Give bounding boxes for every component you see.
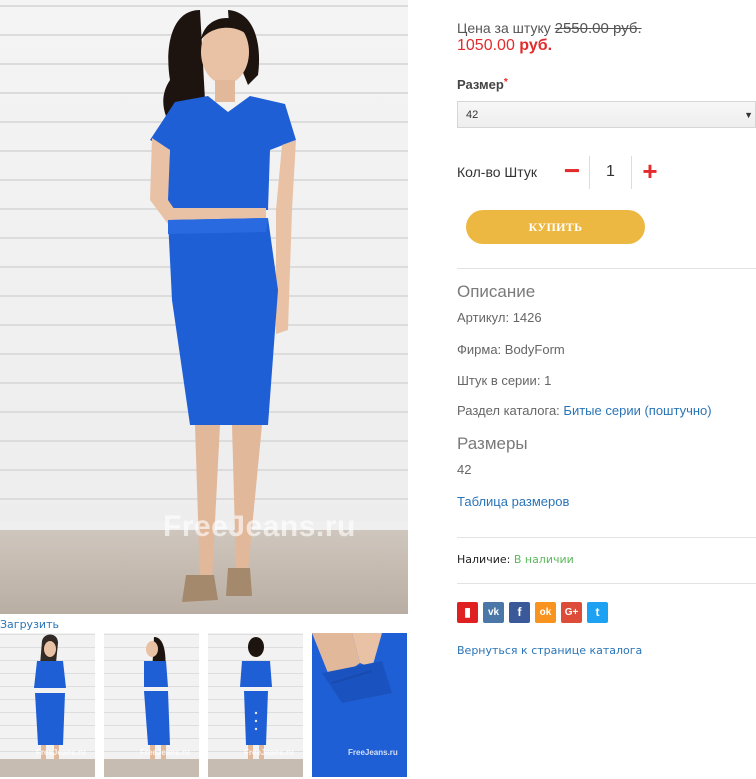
catalog-label: Раздел каталога: — [457, 403, 560, 418]
required-mark: * — [503, 77, 508, 88]
size-table-line: Таблица размеров — [457, 494, 569, 509]
thumbnail-3[interactable]: FreeJeans.ru — [208, 633, 303, 777]
brand-label: Фирма: — [457, 342, 502, 357]
sizes-title: Размеры — [457, 434, 528, 453]
article-label: Артикул: — [457, 310, 510, 325]
thumbnail-4[interactable]: FreeJeans.ru — [312, 633, 407, 777]
divider — [457, 537, 756, 538]
divider — [457, 583, 756, 584]
brand-line: Фирма: BodyForm — [457, 342, 565, 357]
size-selected-value: 42 — [466, 109, 479, 121]
quantity-minus-button[interactable]: − — [562, 157, 582, 187]
price-label: Цена за штуку — [457, 20, 551, 36]
bookmark-icon[interactable]: ▮ — [457, 602, 478, 623]
photo-watermark: FreeJeans.ru — [163, 510, 356, 543]
quantity-label: Кол-во Штук — [457, 164, 537, 180]
series-label: Штук в серии: — [457, 373, 541, 388]
availability: Наличие: В наличии — [457, 553, 574, 566]
brand-value: BodyForm — [504, 342, 565, 357]
back-to-catalog-link[interactable]: Вернуться к странице каталога — [457, 644, 642, 657]
googleplus-icon[interactable]: G+ — [561, 602, 582, 623]
new-price: 1050.00 руб. — [457, 37, 552, 55]
series-value: 1 — [544, 373, 552, 388]
thumbnail-watermark: FreeJeans.ru — [348, 748, 398, 757]
thumbnail-strip: FreeJeans.ru FreeJeans.ru FreeJeans.ru F… — [0, 633, 408, 779]
new-price-currency: руб. — [519, 37, 553, 54]
thumbnail-watermark: FreeJeans.ru — [36, 748, 86, 757]
sizes-list: 42 — [457, 462, 472, 477]
main-product-photo[interactable]: FreeJeans.ru — [0, 0, 408, 614]
vk-icon[interactable]: vk — [483, 602, 504, 623]
thumbnail-floor — [104, 759, 199, 777]
size-label: Размер — [457, 77, 504, 92]
catalog-line: Раздел каталога: Битые серии (поштучно) — [457, 403, 712, 418]
dropdown-arrow-icon: ▼ — [744, 110, 753, 120]
quantity-plus-button[interactable]: + — [640, 157, 660, 187]
thumbnail-floor — [208, 759, 303, 777]
thumbnail-watermark: FreeJeans.ru — [140, 748, 190, 757]
price-label-row: Цена за штуку 2550.00 руб. — [457, 20, 642, 37]
article-value: 1426 — [512, 310, 542, 325]
thumbnail-watermark: FreeJeans.ru — [244, 748, 294, 757]
facebook-icon[interactable]: f — [509, 602, 530, 623]
thumbnail-2[interactable]: FreeJeans.ru — [104, 633, 199, 777]
description-title: Описание — [457, 282, 536, 301]
twitter-icon[interactable]: t — [587, 602, 608, 623]
thumbnail-floor — [0, 759, 95, 777]
article-line: Артикул: 1426 — [457, 310, 542, 325]
old-price: 2550.00 руб. — [554, 20, 642, 37]
size-label-row: Размер* — [457, 77, 508, 92]
divider — [457, 268, 756, 269]
availability-label: Наличие: — [457, 553, 511, 566]
catalog-link[interactable]: Битые серии (поштучно) — [563, 403, 711, 418]
odnoklassniki-icon[interactable]: ok — [535, 602, 556, 623]
buy-button[interactable]: КУПИТЬ — [466, 210, 645, 244]
series-line: Штук в серии: 1 — [457, 373, 551, 388]
availability-value: В наличии — [513, 553, 574, 566]
new-price-value: 1050.00 — [457, 37, 515, 54]
size-table-link[interactable]: Таблица размеров — [457, 494, 569, 509]
thumbnail-1[interactable]: FreeJeans.ru — [0, 633, 95, 777]
size-select[interactable]: 42 ▼ — [457, 101, 756, 128]
quantity-input[interactable]: 1 — [589, 156, 632, 189]
load-link[interactable]: Загрузить — [0, 618, 59, 631]
